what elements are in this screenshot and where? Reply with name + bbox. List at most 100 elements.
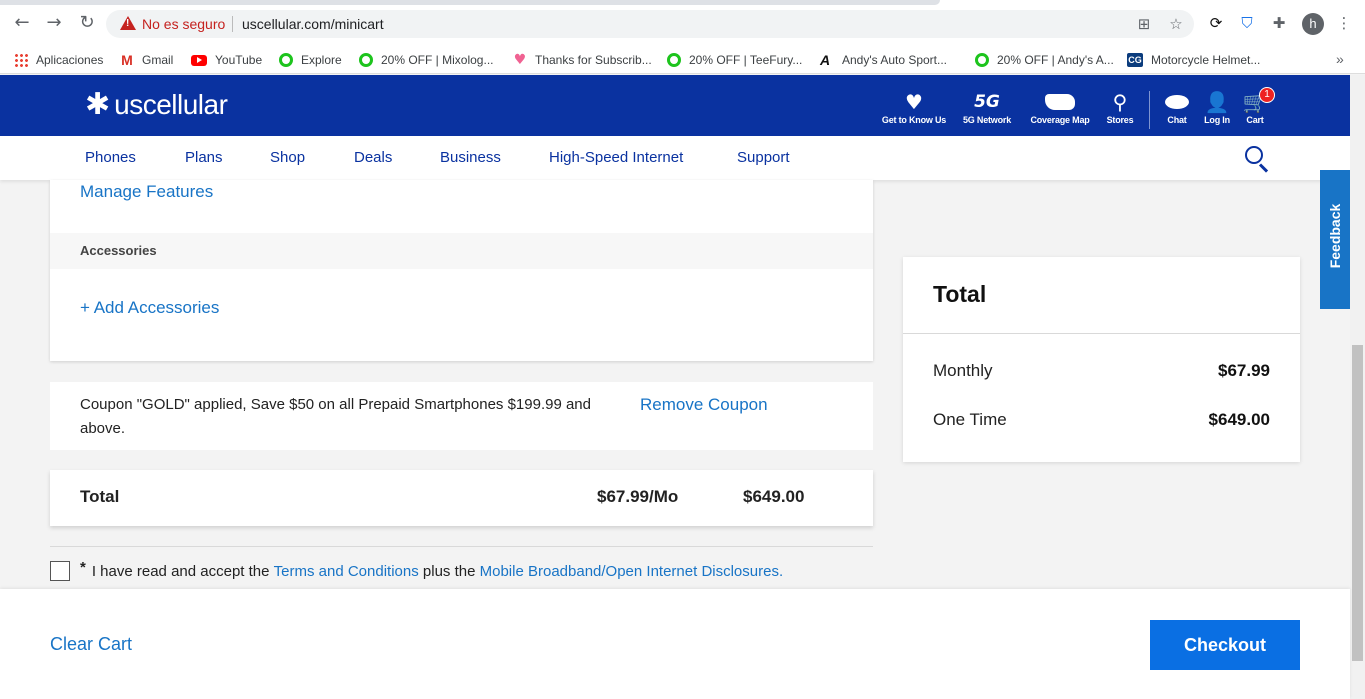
manage-features-link[interactable]: Manage Features <box>80 182 213 202</box>
nav-log-in[interactable]: 👤 Log In <box>1201 91 1233 125</box>
sync-extension-icon[interactable]: ⟳ <box>1206 13 1226 33</box>
cart-action-bar: Clear Cart Checkout <box>0 589 1350 699</box>
nav-label: 5G Network <box>962 115 1011 125</box>
bookmark-gmail[interactable]: M Gmail <box>120 51 173 69</box>
terms-and-conditions-link[interactable]: Terms and Conditions <box>274 563 419 580</box>
shield-extension-icon[interactable]: ⛉ <box>1237 13 1257 33</box>
url-text[interactable]: uscellular.com/minicart <box>242 16 384 32</box>
green-ring-icon <box>667 53 681 67</box>
bookmarks-bar: Aplicaciones M Gmail YouTube Explore 20% … <box>0 46 1365 74</box>
order-summary-panel: Total Monthly $67.99 One Time $649.00 <box>903 257 1300 462</box>
logo-text: uscellular <box>114 89 228 120</box>
not-secure-label[interactable]: No es seguro <box>142 16 225 32</box>
more-bookmarks-icon[interactable]: » <box>1336 51 1344 67</box>
5g-icon: 5G <box>974 92 1000 112</box>
warning-icon <box>120 16 136 30</box>
nav-business[interactable]: Business <box>440 149 501 166</box>
summary-divider <box>903 333 1300 334</box>
nav-get-to-know-us[interactable]: ♥ Get to Know Us <box>877 91 951 125</box>
checkout-button[interactable]: Checkout <box>1150 620 1300 670</box>
bookmark-star-icon[interactable]: ☆ <box>1166 14 1186 34</box>
bookmark-label: Gmail <box>142 53 174 67</box>
header-divider <box>1149 91 1150 129</box>
puzzle-extensions-icon[interactable]: ✚ <box>1269 13 1289 33</box>
bookmark-apps[interactable]: Aplicaciones <box>14 51 103 69</box>
cg-icon: CG <box>1127 53 1143 67</box>
nav-label: Chat <box>1167 115 1187 125</box>
accessories-header: Accessories <box>50 233 873 269</box>
nav-coverage-map[interactable]: Coverage Map <box>1025 91 1095 125</box>
andys-icon: A <box>820 52 831 68</box>
usa-map-icon <box>1025 91 1095 115</box>
bookmark-label: Andy's Auto Sport... <box>842 53 948 67</box>
page-scrollbar[interactable] <box>1350 75 1365 699</box>
bookmark-mixology[interactable]: 20% OFF | Mixolog... <box>359 51 493 69</box>
coupon-panel: Coupon "GOLD" applied, Save $50 on all P… <box>50 382 873 450</box>
search-icon[interactable] <box>1243 144 1269 173</box>
green-ring-icon <box>359 53 373 67</box>
uscellular-logo[interactable]: ✱ uscellular <box>85 87 228 122</box>
bookmark-teefury[interactable]: 20% OFF | TeeFury... <box>667 51 802 69</box>
nav-label: Get to Know Us <box>881 115 947 125</box>
address-bar[interactable]: No es seguro uscellular.com/minicart ⊞ ☆ <box>106 10 1194 38</box>
add-accessories-link[interactable]: + Add Accessories <box>80 298 219 318</box>
bookmark-thanks[interactable]: ♥ Thanks for Subscrib... <box>513 51 652 69</box>
terms-mid-text: plus the <box>422 562 476 580</box>
forward-arrow-icon[interactable]: → <box>44 13 64 33</box>
nav-shop[interactable]: Shop <box>270 149 305 166</box>
nav-deals[interactable]: Deals <box>354 149 392 166</box>
bookmark-explore[interactable]: Explore <box>279 51 342 69</box>
bookmark-label: YouTube <box>215 53 263 67</box>
apps-icon <box>14 53 28 67</box>
one-time-label: One Time <box>933 410 1007 429</box>
nav-label: Stores <box>1106 115 1134 125</box>
one-time-value: $649.00 <box>1208 410 1270 429</box>
nav-high-speed-internet[interactable]: High-Speed Internet <box>549 149 683 166</box>
remove-coupon-link[interactable]: Remove Coupon <box>640 395 768 415</box>
nav-chat[interactable]: Chat <box>1161 91 1193 125</box>
summary-title: Total <box>933 281 987 307</box>
browser-toolbar: ← → ↻ No es seguro uscellular.com/minica… <box>0 0 1365 46</box>
bookmark-label: 20% OFF | TeeFury... <box>689 53 803 67</box>
total-label: Total <box>80 487 120 506</box>
terms-checkbox[interactable] <box>50 561 70 581</box>
cart-total-row: Total $67.99/Mo $649.00 <box>50 470 873 526</box>
scrollbar-thumb[interactable] <box>1352 345 1363 661</box>
youtube-icon <box>191 54 207 66</box>
back-arrow-icon[interactable]: ← <box>12 13 32 33</box>
bookmark-label: Explore <box>301 53 342 67</box>
cart-line-card: Manage Features Accessories + Add Access… <box>50 180 873 361</box>
kebab-menu-icon[interactable]: ⋮ <box>1334 13 1354 33</box>
translate-icon[interactable]: ⊞ <box>1134 14 1154 34</box>
logo-star-icon: ✱ <box>85 87 111 122</box>
feedback-label: Feedback <box>1327 203 1343 269</box>
nav-plans[interactable]: Plans <box>185 149 223 166</box>
reload-icon[interactable]: ↻ <box>77 13 97 33</box>
bookmark-andys-auto[interactable]: A Andy's Auto Sport... <box>820 51 947 69</box>
bookmark-motorcycle-helmet[interactable]: CG Motorcycle Helmet... <box>1127 51 1260 69</box>
feedback-tab[interactable]: Feedback <box>1320 170 1350 309</box>
divider <box>50 546 873 547</box>
cart-count-badge: 1 <box>1259 87 1275 103</box>
broadband-disclosures-link[interactable]: Mobile Broadband/Open Internet Disclosur… <box>480 563 784 580</box>
bookmark-andys-a[interactable]: 20% OFF | Andy's A... <box>975 51 1114 69</box>
bookmark-youtube[interactable]: YouTube <box>191 51 262 69</box>
profile-avatar[interactable]: h <box>1302 13 1324 35</box>
nav-label: Log In <box>1204 115 1230 125</box>
bookmark-label: 20% OFF | Mixolog... <box>381 53 494 67</box>
heart-icon: ♥ <box>513 52 527 68</box>
nav-phones[interactable]: Phones <box>85 149 136 166</box>
heart-icon: ♥ <box>905 90 923 114</box>
nav-stores[interactable]: ⚲ Stores <box>1102 91 1138 125</box>
location-pin-icon: ⚲ <box>1112 90 1128 114</box>
clear-cart-link[interactable]: Clear Cart <box>50 634 132 655</box>
total-monthly-value: $67.99/Mo <box>597 487 679 506</box>
bookmark-label: Motorcycle Helmet... <box>1151 53 1261 67</box>
bookmark-label: Thanks for Subscrib... <box>535 53 652 67</box>
nav-5g-network[interactable]: 5G 5G Network <box>958 91 1016 125</box>
nav-label: Cart <box>1246 115 1264 125</box>
nav-label: Coverage Map <box>1030 115 1090 125</box>
nav-support[interactable]: Support <box>737 149 790 166</box>
bookmark-label: Aplicaciones <box>36 53 104 67</box>
monthly-label: Monthly <box>933 361 993 380</box>
